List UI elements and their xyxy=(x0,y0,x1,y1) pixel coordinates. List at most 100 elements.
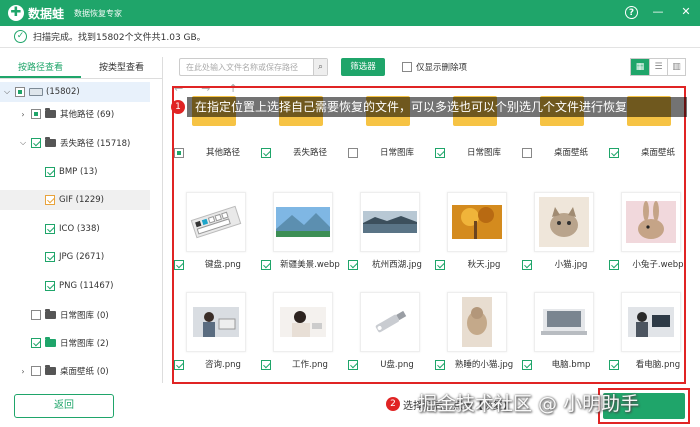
chevron-down-icon[interactable]: ⌵ xyxy=(18,138,28,148)
grid-file[interactable]: 工作.png xyxy=(261,288,341,382)
close-icon[interactable]: ✕ xyxy=(678,4,694,20)
tree-item-jpg[interactable]: JPG (2671) xyxy=(0,247,150,267)
tree-item-gif[interactable]: GIF (1229) xyxy=(0,190,150,210)
sleeping-cat-thumbnail xyxy=(448,293,506,351)
tree-item-lost-paths[interactable]: ⌵ 丢失路径 (15718) xyxy=(0,133,150,153)
tree-checkbox[interactable] xyxy=(45,281,55,291)
grid-file[interactable]: 电脑.bmp xyxy=(522,288,602,382)
tab-by-path[interactable]: 按路径查看 xyxy=(0,57,81,78)
tree-item-daily-gallery-empty[interactable]: 日常图库 (0) xyxy=(0,305,150,325)
item-checkbox[interactable] xyxy=(522,260,532,270)
lake-thumbnail xyxy=(361,193,419,251)
tree-checkbox[interactable] xyxy=(31,310,41,320)
item-label: 丢失路径 xyxy=(292,148,327,158)
tree-item-root[interactable]: ⌵ (15802) xyxy=(0,82,150,102)
item-checkbox[interactable] xyxy=(522,360,532,370)
grid-file[interactable]: 杭州西湖.jpg xyxy=(348,188,428,284)
tree-label: (15802) xyxy=(46,87,80,97)
chevron-right-icon[interactable]: › xyxy=(18,367,28,376)
item-label: 其他路径 xyxy=(205,148,240,158)
item-label: 熟睡的小猫.jpg xyxy=(454,360,514,370)
image-thumbnail xyxy=(447,192,507,252)
tree-checkbox[interactable] xyxy=(31,138,41,148)
tree-item-png[interactable]: PNG (11467) xyxy=(0,276,150,296)
item-checkbox[interactable] xyxy=(609,260,619,270)
tree-label: 日常图库 (0) xyxy=(60,311,109,321)
minimize-icon[interactable]: — xyxy=(650,4,666,20)
app-logo: ✚ 数据蛙 xyxy=(8,5,64,22)
tree-checkbox[interactable] xyxy=(31,109,41,119)
recover-button[interactable] xyxy=(603,393,685,419)
help-icon[interactable]: ? xyxy=(625,5,638,19)
path-search-input[interactable]: 在此处输入文件名称或保存路径 ⌕ xyxy=(179,58,328,76)
grid-file[interactable]: 看电脑.png xyxy=(609,288,684,382)
tree-item-daily-gallery[interactable]: 日常图库 (2) xyxy=(0,333,150,353)
item-checkbox[interactable] xyxy=(174,148,184,158)
filter-button[interactable]: 筛选器 xyxy=(341,58,385,76)
item-checkbox[interactable] xyxy=(522,148,532,158)
chevron-right-icon[interactable]: › xyxy=(18,110,28,119)
grid-file[interactable]: 秋天.jpg xyxy=(435,188,515,284)
item-checkbox[interactable] xyxy=(261,360,271,370)
grid-file[interactable]: 新疆美景.webp xyxy=(261,188,341,284)
only-deleted-checkbox[interactable] xyxy=(402,62,412,72)
item-checkbox[interactable] xyxy=(261,260,271,270)
grid-file[interactable]: 熟睡的小猫.jpg xyxy=(435,288,515,382)
tree-checkbox[interactable] xyxy=(45,195,55,205)
item-checkbox[interactable] xyxy=(348,260,358,270)
item-checkbox[interactable] xyxy=(435,148,445,158)
item-label: 小猫.jpg xyxy=(554,260,588,270)
item-checkbox[interactable] xyxy=(435,360,445,370)
step2-badge: 2 xyxy=(386,397,400,411)
file-grid: 其他路径 丢失路径 日常图库 日常图库 桌面壁纸 桌面壁纸 键盘.png 新疆美… xyxy=(172,86,686,384)
item-checkbox[interactable] xyxy=(261,148,271,158)
tree-item-other-paths[interactable]: › 其他路径 (69) xyxy=(0,104,150,124)
search-icon[interactable]: ⌕ xyxy=(313,59,327,75)
check-circle-icon: ✓ xyxy=(14,30,27,43)
sidebar: 按路径查看 按类型查看 ⌵ (15802) › 其他路径 (69) ⌵ 丢失路径… xyxy=(0,57,163,383)
grid-view-icon[interactable]: ▦ xyxy=(631,59,649,75)
app-name: 数据蛙 xyxy=(28,6,65,21)
tree-checkbox[interactable] xyxy=(45,167,55,177)
tree-item-bmp[interactable]: BMP (13) xyxy=(0,162,150,182)
item-checkbox[interactable] xyxy=(435,260,445,270)
item-checkbox[interactable] xyxy=(348,360,358,370)
usb-drive-thumbnail xyxy=(361,293,419,351)
folder-icon xyxy=(45,365,56,375)
tree-item-ico[interactable]: ICO (338) xyxy=(0,219,150,239)
window-controls: ? — ✕ xyxy=(625,4,694,20)
folder-icon xyxy=(45,337,56,347)
grid-file[interactable]: U盘.png xyxy=(348,288,428,382)
item-checkbox[interactable] xyxy=(174,260,184,270)
tree-label: ICO (338) xyxy=(59,224,100,234)
grid-file[interactable]: 键盘.png xyxy=(174,188,254,284)
consulting-thumbnail xyxy=(187,293,245,351)
chevron-down-icon[interactable]: ⌵ xyxy=(2,87,12,97)
item-checkbox[interactable] xyxy=(174,360,184,370)
image-thumbnail xyxy=(186,292,246,352)
image-thumbnail xyxy=(360,192,420,252)
item-label: 键盘.png xyxy=(205,260,241,270)
item-checkbox[interactable] xyxy=(609,360,619,370)
detail-view-icon[interactable]: ▥ xyxy=(667,59,685,75)
grid-file[interactable]: 咨询.png xyxy=(174,288,254,382)
tab-by-type[interactable]: 按类型查看 xyxy=(81,57,162,78)
tree-checkbox[interactable] xyxy=(31,366,41,376)
item-checkbox[interactable] xyxy=(609,148,619,158)
only-deleted-label: 仅显示删除项 xyxy=(416,63,468,73)
grid-file[interactable]: 小猫.jpg xyxy=(522,188,602,284)
only-deleted-toggle[interactable]: 仅显示删除项 xyxy=(402,61,467,73)
tree-checkbox[interactable] xyxy=(45,224,55,234)
item-label: 日常图库 xyxy=(379,148,414,158)
item-checkbox[interactable] xyxy=(348,148,358,158)
item-label: 新疆美景.webp xyxy=(280,260,340,270)
back-button[interactable]: 返回 xyxy=(14,394,114,418)
tree-item-wallpaper[interactable]: › 桌面壁纸 (0) xyxy=(0,361,150,381)
tree-checkbox[interactable] xyxy=(45,252,55,262)
image-thumbnail xyxy=(186,192,246,252)
tree-checkbox[interactable] xyxy=(15,87,25,97)
list-view-icon[interactable]: ☰ xyxy=(649,59,667,75)
grid-file[interactable]: 小兔子.webp xyxy=(609,188,684,284)
tree-checkbox[interactable] xyxy=(31,338,41,348)
bunny-thumbnail xyxy=(622,193,680,251)
